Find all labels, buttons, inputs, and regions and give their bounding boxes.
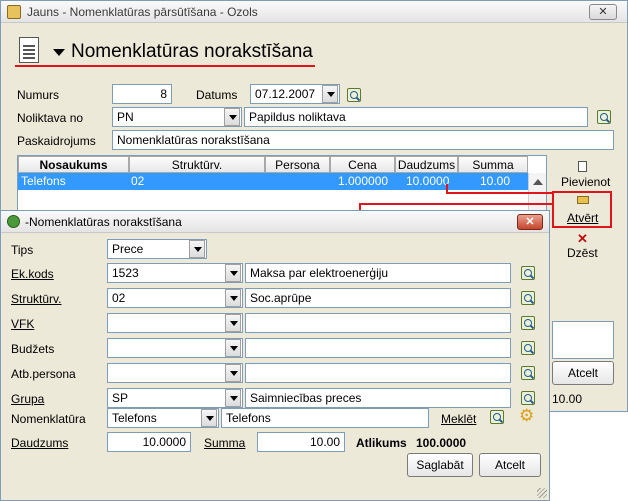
vfk-dropdown[interactable] xyxy=(225,314,241,332)
dialog-app-icon xyxy=(7,215,20,228)
budzets-dropdown[interactable] xyxy=(225,339,241,357)
document-icon-lines xyxy=(23,45,35,47)
strukturv-label: Struktūrv. xyxy=(11,292,62,306)
budzets-name-field[interactable] xyxy=(245,338,511,358)
ekkods-code-field[interactable]: 1523 xyxy=(107,263,243,283)
strukturv-dropdown[interactable] xyxy=(225,289,241,307)
mekleet-label: Meklēt xyxy=(441,412,477,426)
table-row[interactable]: Telefons 02 1.000000 10.0000 10.00 xyxy=(18,173,528,190)
connector-line-h1 xyxy=(446,192,552,194)
ekkods-label: Ek.kods xyxy=(11,267,54,281)
grupa-label: Grupa xyxy=(11,392,45,406)
grupa-lookup-icon[interactable] xyxy=(521,391,535,405)
summary-value: 10.00 xyxy=(552,392,583,406)
dialog-atcelt-button[interactable]: Atcelt xyxy=(479,453,541,477)
numurs-label: Numurs xyxy=(17,88,60,102)
cell-strukturv: 02 xyxy=(131,174,145,188)
ekkods-lookup-icon[interactable] xyxy=(521,266,535,280)
main-atcelt-button[interactable]: Atcelt xyxy=(552,361,614,385)
budzets-lookup-icon[interactable] xyxy=(521,341,535,355)
summa-label: Summa xyxy=(204,436,246,450)
strukturv-lookup-icon[interactable] xyxy=(521,291,535,305)
cell-nosaukums: Telefons xyxy=(21,174,66,188)
delete-icon[interactable]: ✕ xyxy=(577,231,588,247)
open-folder-icon[interactable] xyxy=(577,196,589,204)
vfk-label: VFK xyxy=(11,317,35,331)
app-icon xyxy=(7,5,21,19)
paskaidrojums-field[interactable]: Nomenklatūras norakstīšana xyxy=(112,130,614,150)
paskaidrojums-label: Paskaidrojums xyxy=(17,134,96,148)
daudzums-field[interactable]: 10.0000 xyxy=(107,432,191,452)
datums-dropdown[interactable] xyxy=(322,85,338,103)
tips-dropdown[interactable] xyxy=(189,240,205,258)
atbpersona-lookup-icon[interactable] xyxy=(521,366,535,380)
vfk-name-field[interactable] xyxy=(245,313,511,333)
atbpersona-label: Atb.persona xyxy=(11,367,76,381)
connector-line-v1 xyxy=(446,184,448,194)
tips-label: Tips xyxy=(11,243,34,257)
vfk-code-field[interactable] xyxy=(107,313,243,333)
nomenklatura-name-field[interactable]: Telefons xyxy=(221,408,429,428)
heading-dropdown-icon[interactable] xyxy=(53,49,65,56)
atbpersona-code-field[interactable] xyxy=(107,363,243,383)
edit-dialog: -Nomenklatūras norakstīšana ✕ Tips Prece… xyxy=(0,210,550,501)
pievienot-button[interactable]: Pievienot xyxy=(561,175,610,189)
nomenklatura-dropdown[interactable] xyxy=(201,409,217,427)
cell-cena: 1.000000 xyxy=(338,174,389,188)
datums-label: Datums xyxy=(196,88,238,102)
col-header-summa[interactable]: Summa xyxy=(458,156,528,173)
grupa-code-field[interactable]: SP xyxy=(107,388,243,408)
nomenklatura-label: Nomenklatūra xyxy=(11,412,86,426)
dzest-button[interactable]: Dzēst xyxy=(567,246,598,260)
vfk-lookup-icon[interactable] xyxy=(521,316,535,330)
noliktava-label: Noliktava no xyxy=(17,111,84,125)
notes-box[interactable] xyxy=(552,321,614,359)
strukturv-name-field[interactable]: Soc.aprūpe xyxy=(245,288,511,308)
budzets-code-field[interactable] xyxy=(107,338,243,358)
new-document-icon[interactable] xyxy=(578,161,587,172)
ekkods-dropdown[interactable] xyxy=(225,264,241,282)
resize-grip-icon[interactable] xyxy=(537,488,547,498)
atbpersona-dropdown[interactable] xyxy=(225,364,241,382)
settings-gear-icon[interactable]: ⚙ xyxy=(519,407,534,424)
atbpersona-name-field[interactable] xyxy=(245,363,511,383)
atlikums-label: Atlikums xyxy=(356,436,407,450)
datums-lookup-icon[interactable] xyxy=(347,88,361,102)
cell-daudzums: 10.0000 xyxy=(406,174,450,188)
numurs-field[interactable]: 8 xyxy=(112,84,172,104)
close-icon[interactable]: ✕ xyxy=(589,4,617,20)
mekleet-search-icon[interactable] xyxy=(490,410,504,424)
dialog-title: -Nomenklatūras norakstīšana xyxy=(25,215,182,229)
dialog-close-icon[interactable]: ✕ xyxy=(517,214,543,230)
atlikums-value: 100.0000 xyxy=(416,436,467,450)
atvert-button[interactable]: Atvērt xyxy=(567,211,598,225)
grupa-name-field[interactable]: Saimniecības preces xyxy=(245,388,511,408)
document-icon xyxy=(19,37,39,63)
strukturv-code-field[interactable]: 02 xyxy=(107,288,243,308)
connector-line-h2 xyxy=(359,203,552,205)
col-header-nosaukums[interactable]: Nosaukums xyxy=(18,156,129,173)
scroll-up-icon[interactable] xyxy=(533,179,543,185)
grupa-dropdown[interactable] xyxy=(225,389,241,407)
col-header-cena[interactable]: Cena xyxy=(330,156,395,173)
budzets-label: Budžets xyxy=(11,342,55,356)
page-title: Nomenklatūras norakstīšana xyxy=(71,41,313,62)
noliktava-dropdown[interactable] xyxy=(224,108,240,126)
main-titlebar: Jauns - Nomenklatūras pārsūtīšana - Ozol… xyxy=(1,1,627,23)
summa-field[interactable]: 10.00 xyxy=(257,432,345,452)
main-window-title: Jauns - Nomenklatūras pārsūtīšana - Ozol… xyxy=(27,5,258,19)
saglabat-button[interactable]: Saglabāt xyxy=(407,453,473,477)
col-header-daudzums[interactable]: Daudzums xyxy=(395,156,458,173)
col-header-strukturv[interactable]: Struktūrv. xyxy=(129,156,265,173)
noliktava-code-field[interactable]: PN xyxy=(112,107,242,127)
noliktava-lookup-icon[interactable] xyxy=(597,110,611,124)
cell-summa: 10.00 xyxy=(480,174,511,188)
daudzums-label: Daudzums xyxy=(11,436,69,450)
col-header-persona[interactable]: Persona xyxy=(265,156,330,173)
ekkods-name-field[interactable]: Maksa par elektroenerģiju xyxy=(245,263,511,283)
title-underline xyxy=(15,65,315,67)
dialog-titlebar: -Nomenklatūras norakstīšana ✕ xyxy=(1,211,549,233)
noliktava-name-field[interactable]: Papildus noliktava xyxy=(244,107,588,127)
